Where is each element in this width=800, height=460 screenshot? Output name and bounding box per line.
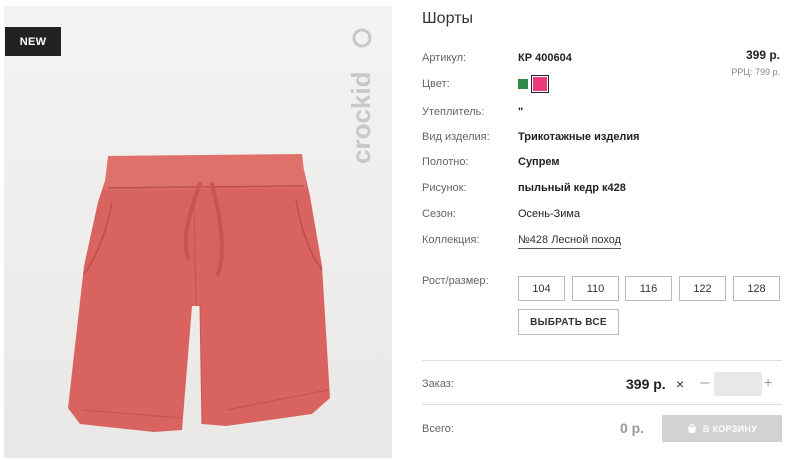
times-icon: ×: [676, 376, 685, 392]
spec-value: КР 400604: [518, 52, 572, 64]
shorts-image: [4, 6, 392, 458]
spec-label: Полотно:: [422, 156, 469, 168]
total-label: Всего:: [422, 423, 454, 435]
spec-value: Трикотажные изделия: [518, 131, 640, 143]
size-label: Рост/размер:: [422, 275, 489, 287]
spec-label: Утеплитель:: [422, 106, 485, 118]
select-all-button[interactable]: ВЫБРАТЬ ВСЕ: [518, 309, 619, 335]
spec-value: Супрем: [518, 156, 560, 168]
spec-label: Коллекция:: [422, 234, 480, 246]
order-label: Заказ:: [422, 378, 454, 390]
cart-button-label: В КОРЗИНУ: [702, 423, 758, 434]
spec-insulation: Утеплитель: ": [422, 106, 782, 124]
spec-label: Артикул:: [422, 52, 467, 64]
spec-value: ": [518, 106, 524, 118]
add-to-cart-button[interactable]: В КОРЗИНУ: [662, 415, 782, 442]
cart-icon: [687, 423, 696, 433]
color-swatch-green[interactable]: [518, 79, 528, 89]
increment-button[interactable]: +: [764, 374, 772, 390]
svg-text:crockid: crockid: [346, 72, 376, 165]
spec-season: Сезон: Осень-Зима: [422, 208, 782, 226]
spec-fabric: Полотно: Супрем: [422, 156, 782, 174]
spec-value: Осень-Зима: [518, 208, 581, 220]
spec-article: Артикул: КР 400604: [422, 52, 782, 70]
new-badge: NEW: [5, 27, 61, 56]
total-value: 0 р.: [620, 420, 645, 436]
size-button-104[interactable]: 104: [518, 276, 565, 301]
size-button-122[interactable]: 122: [679, 276, 726, 301]
divider: [422, 360, 782, 361]
size-button-128[interactable]: 128: [733, 276, 780, 301]
color-swatch-pink[interactable]: [531, 75, 549, 93]
brand-logo: crockid: [346, 28, 376, 165]
quantity-input[interactable]: [714, 372, 762, 396]
product-title: Шорты: [422, 10, 473, 27]
order-price: 399 р.: [626, 376, 666, 392]
decrement-button[interactable]: –: [699, 374, 711, 392]
spec-pattern: Рисунок: пыльный кедр к428: [422, 182, 782, 200]
spec-label: Сезон:: [422, 208, 456, 220]
spec-label: Цвет:: [422, 78, 450, 90]
collection-link[interactable]: №428 Лесной поход: [518, 234, 622, 249]
spec-type: Вид изделия: Трикотажные изделия: [422, 131, 782, 149]
spec-value: пыльный кедр к428: [518, 182, 626, 194]
spec-collection: Коллекция: №428 Лесной поход: [422, 234, 782, 252]
size-button-116[interactable]: 116: [625, 276, 672, 301]
size-button-110[interactable]: 110: [572, 276, 619, 301]
product-photo[interactable]: NEW crockid: [4, 6, 392, 458]
spec-label: Вид изделия:: [422, 131, 490, 143]
spec-color: Цвет:: [422, 75, 782, 96]
spec-label: Рисунок:: [422, 182, 467, 194]
divider: [422, 404, 782, 405]
